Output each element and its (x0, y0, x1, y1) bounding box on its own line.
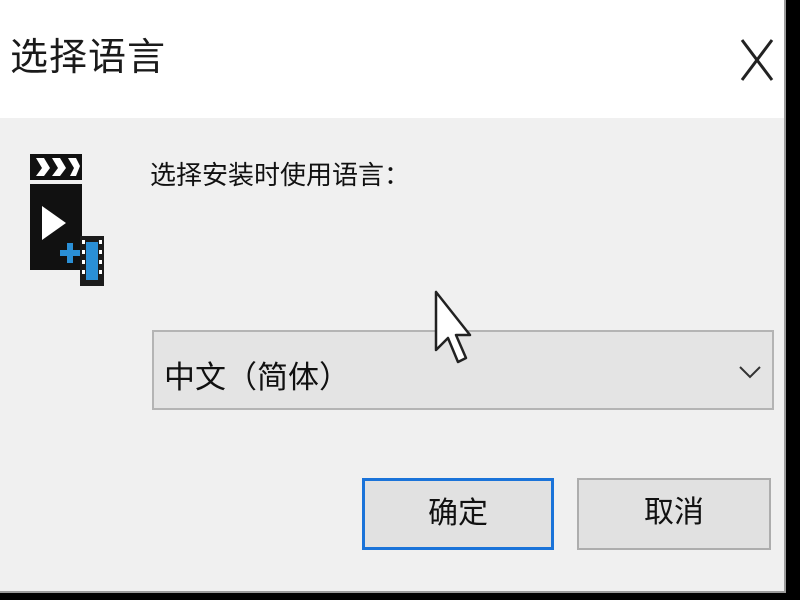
ok-button[interactable]: 确定 (362, 478, 554, 550)
cancel-button[interactable]: 取消 (577, 478, 771, 550)
chevron-down-icon (738, 364, 762, 384)
language-select[interactable]: 中文（简体） (152, 330, 774, 410)
close-icon (740, 39, 774, 81)
language-select-value: 中文（简体） (164, 360, 350, 396)
dialog-title: 选择语言 (10, 35, 167, 79)
close-button[interactable] (722, 24, 786, 96)
language-dialog: 选择语言 选择安装时使用语言： 中文（简体） 确定 取消 (0, 0, 786, 593)
language-prompt: 选择安装时使用语言： (150, 161, 411, 191)
video-clapper-icon (26, 150, 110, 290)
title-bar: 选择语言 (0, 0, 784, 118)
